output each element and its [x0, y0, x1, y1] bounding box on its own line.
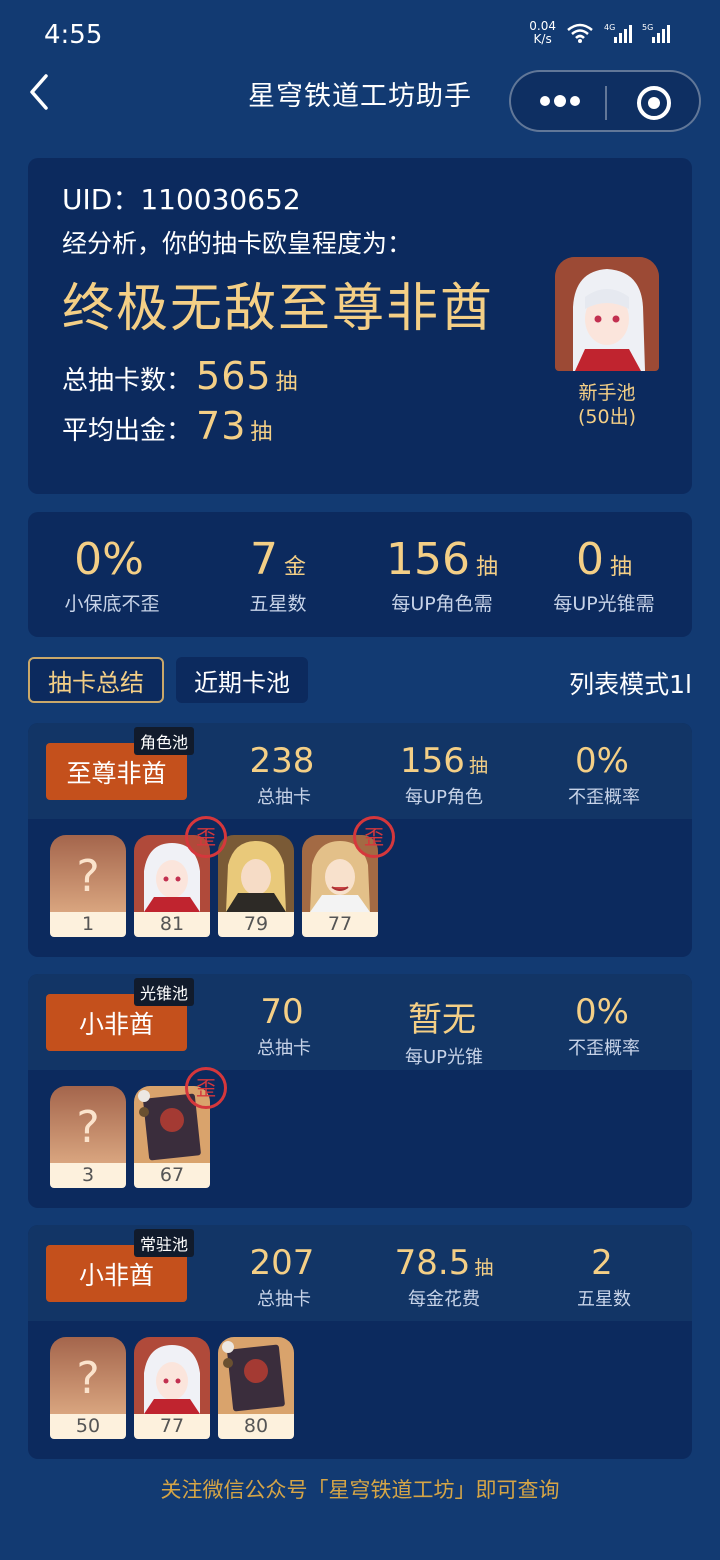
pull-item-pending[interactable]: ? 50 — [50, 1337, 126, 1439]
pool-caption: 新手池 — [578, 382, 636, 404]
question-mark: ? — [76, 1102, 100, 1153]
total-pulls-line: 总抽卡数： 565 抽 — [62, 354, 298, 398]
pool-card-light-cone: 小非酋 光锥池 70 总抽卡 暂无 每UP光锥 0% 不歪概率 ? 3 67 歪 — [28, 974, 692, 1208]
stat-item: 156 抽 每UP角色需 — [386, 534, 498, 615]
pool-card-character: 至尊非酋 角色池 238 总抽卡 156 抽 每UP角色 0% 不歪概率 ? 1 … — [28, 723, 692, 957]
status-icons: 0.04 K/s 4G 5G — [529, 20, 670, 46]
analysis-text: 经分析，你的抽卡欧皇程度为： — [62, 229, 413, 258]
pool-metric: 暂无 每UP光锥 — [404, 1000, 484, 1068]
off-banner-mark: 歪 — [185, 1067, 227, 1109]
status-bar: 4:55 0.04 K/s 4G 5G — [0, 0, 720, 70]
more-icon[interactable] — [537, 84, 583, 118]
uid-text: UID：110030652 — [62, 183, 301, 216]
close-target-icon[interactable] — [635, 84, 673, 122]
stat-item: 0% 小保底不歪 — [64, 534, 160, 615]
wifi-icon — [567, 23, 593, 43]
signal-4g-icon: 4G — [604, 23, 632, 43]
pool-card-standard: 小非酋 常驻池 207 总抽卡 78.5 抽 每金花费 2 五星数 ? 50 77 — [28, 1225, 692, 1459]
pull-item-character[interactable]: 79 — [218, 835, 294, 937]
footer-hint: 关注微信公众号「星穹铁道工坊」即可查询 — [160, 1478, 560, 1502]
stat-item: 0抽 每UP光锥需 — [553, 534, 655, 615]
svg-text:4G: 4G — [604, 23, 615, 32]
pool-metric: 78.5 抽 每金花费 — [394, 1243, 494, 1310]
svg-text:5G: 5G — [642, 23, 653, 32]
question-mark: ? — [76, 851, 100, 902]
avg-gold-value: 73 — [196, 404, 247, 448]
list-mode-toggle[interactable]: 列表模式1l — [569, 665, 692, 701]
tab-summary[interactable]: 抽卡总结 — [28, 657, 164, 703]
pool-type-tag: 光锥池 — [134, 978, 195, 1006]
off-banner-mark: 歪 — [353, 816, 395, 858]
mini-program-capsule — [509, 70, 701, 132]
pool-metric: 238 总抽卡 — [249, 741, 315, 808]
pool-metric: 70 总抽卡 — [257, 992, 311, 1059]
pull-item-light-cone[interactable]: 80 — [218, 1337, 294, 1439]
pull-item-pending[interactable]: ? 1 — [50, 835, 126, 937]
character-portrait — [134, 1337, 210, 1414]
pool-metric: 0% 不歪概率 — [568, 741, 640, 808]
status-time: 4:55 — [44, 20, 103, 50]
total-pulls-value: 565 — [196, 354, 272, 398]
pull-item-character[interactable]: 77 — [134, 1337, 210, 1439]
off-banner-mark: 歪 — [185, 816, 227, 858]
tab-recent-pools[interactable]: 近期卡池 — [176, 657, 308, 703]
summary-card: UID：110030652 经分析，你的抽卡欧皇程度为： 终极无敌至尊非酋 总抽… — [28, 158, 692, 494]
network-speed: 0.04 K/s — [529, 19, 556, 46]
signal-5g-icon: 5G — [642, 23, 670, 43]
overall-stats-card: 0% 小保底不歪 7金 五星数 156 抽 每UP角色需 0抽 每UP光锥需 — [28, 512, 692, 637]
capsule-divider — [605, 86, 607, 120]
pool-type-tag: 角色池 — [134, 727, 195, 755]
pool-type-tag: 常驻池 — [134, 1229, 195, 1257]
pool-metric: 207 总抽卡 — [249, 1243, 315, 1310]
pull-item-pending[interactable]: ? 3 — [50, 1086, 126, 1188]
pool-metric: 0% 不歪概率 — [568, 992, 640, 1059]
stat-item: 7金 五星数 — [249, 534, 307, 615]
question-mark: ? — [76, 1353, 100, 1404]
pool-caption-count: (50出) — [577, 406, 636, 428]
pool-metric: 156 抽 每UP角色 — [400, 741, 488, 808]
luck-rank-title: 终极无敌至尊非酋 — [62, 279, 495, 339]
avg-gold-line: 平均出金： 73 抽 — [62, 404, 273, 448]
nav-bar: 星穹铁道工坊助手 — [0, 70, 720, 140]
light-cone-card — [218, 1337, 294, 1414]
character-portrait — [218, 835, 294, 912]
character-avatar — [555, 257, 659, 371]
pool-metric: 2 五星数 — [577, 1243, 631, 1310]
